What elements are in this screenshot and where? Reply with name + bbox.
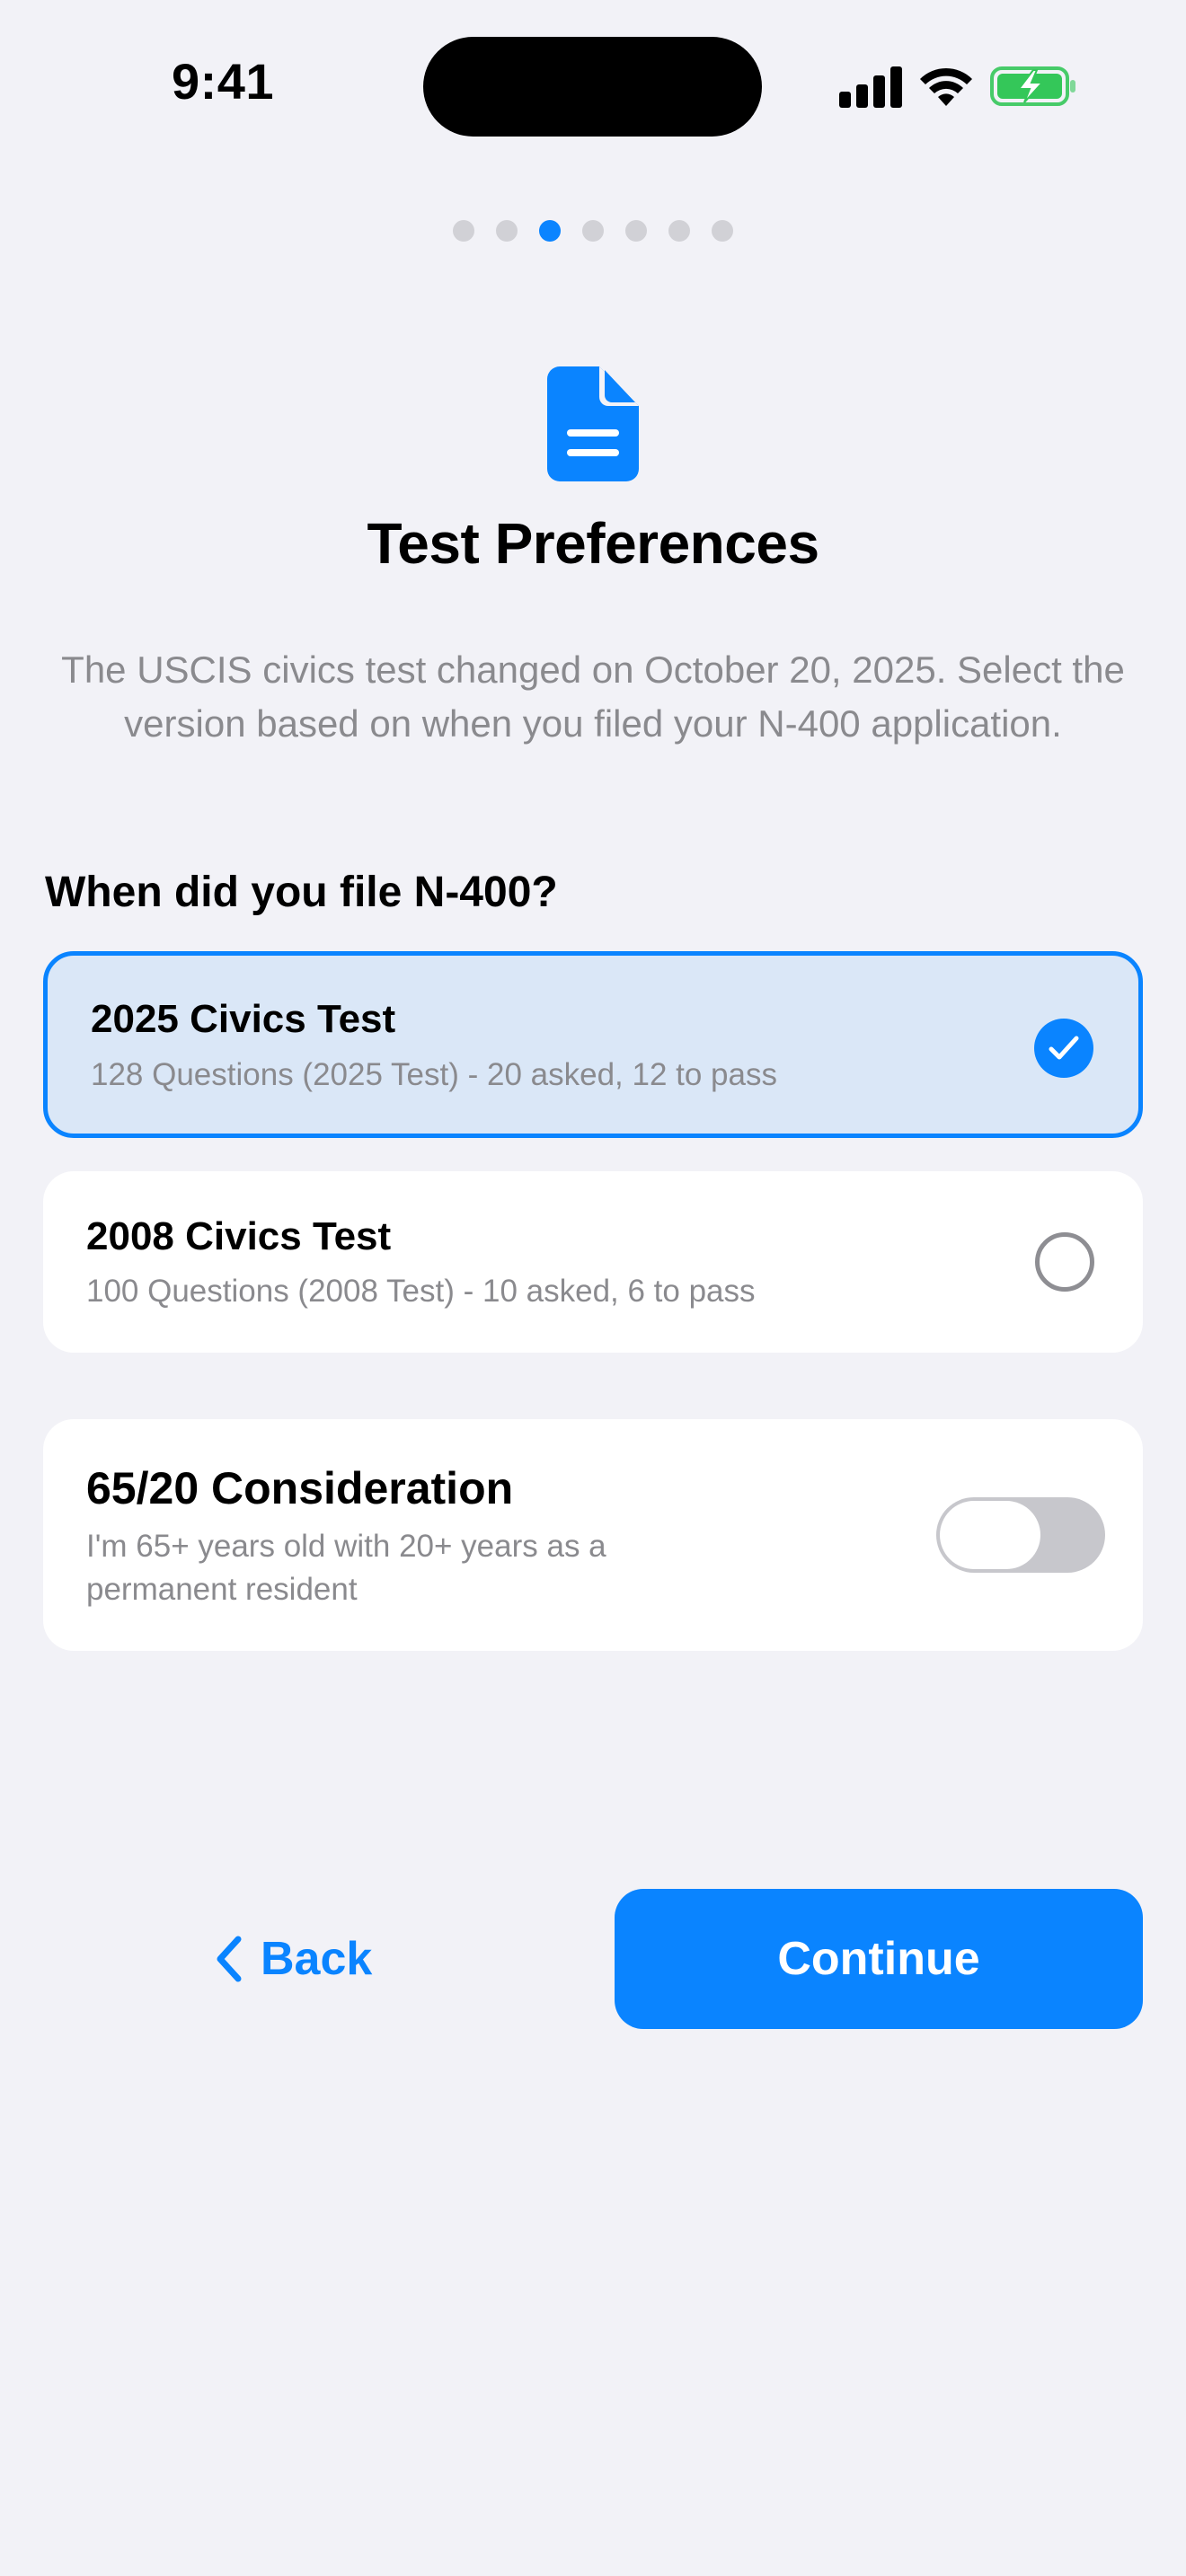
page-title: Test Preferences [367, 511, 819, 576]
checkmark-icon [1049, 1036, 1079, 1060]
document-icon [547, 366, 639, 481]
page-dot [582, 220, 604, 242]
page-dot [496, 220, 518, 242]
battery-charging-icon [990, 66, 1075, 106]
option-subtitle: 100 Questions (2008 Test) - 10 asked, 6 … [86, 1274, 756, 1309]
page-dot [453, 220, 474, 242]
dynamic-island [423, 37, 762, 137]
consideration-title: 65/20 Consideration [86, 1463, 514, 1513]
chevron-left-icon [217, 1936, 242, 1982]
page-indicator [0, 220, 1186, 242]
status-time: 9:41 [171, 53, 275, 110]
consideration-subtitle-line1: I'm 65+ years old with 20+ years as a [86, 1529, 606, 1564]
back-button[interactable]: Back [216, 1928, 372, 1990]
page-description: The USCIS civics test changed on October… [61, 648, 1125, 745]
filing-question: When did you file N-400? [45, 869, 558, 916]
onboarding-screen: 9:41 Test Preferences The USCIS civics t… [0, 0, 1186, 2576]
radio-unselected-icon [1035, 1232, 1094, 1292]
checkmark-selected-icon [1034, 1019, 1093, 1078]
toggle-knob [940, 1501, 1040, 1569]
page-dot [712, 220, 733, 242]
option-subtitle: 128 Questions (2025 Test) - 20 asked, 12… [91, 1057, 777, 1092]
option-title: 2008 Civics Test [86, 1214, 392, 1258]
page-dot-active [539, 220, 561, 242]
page-dot [668, 220, 690, 242]
cellular-signal-icon [839, 65, 902, 108]
consideration-toggle[interactable] [936, 1497, 1105, 1573]
option-2008-civics-test[interactable]: 2008 Civics Test 100 Questions (2008 Tes… [43, 1171, 1143, 1353]
option-title: 2025 Civics Test [91, 997, 396, 1041]
page-dot [625, 220, 647, 242]
continue-button[interactable]: Continue [615, 1889, 1143, 2029]
consideration-subtitle-line2: permanent resident [86, 1572, 358, 1607]
back-button-label: Back [261, 1933, 373, 1985]
continue-button-label: Continue [777, 1933, 980, 1985]
wifi-icon [920, 67, 972, 106]
option-2025-civics-test[interactable]: 2025 Civics Test 128 Questions (2025 Tes… [43, 951, 1143, 1138]
